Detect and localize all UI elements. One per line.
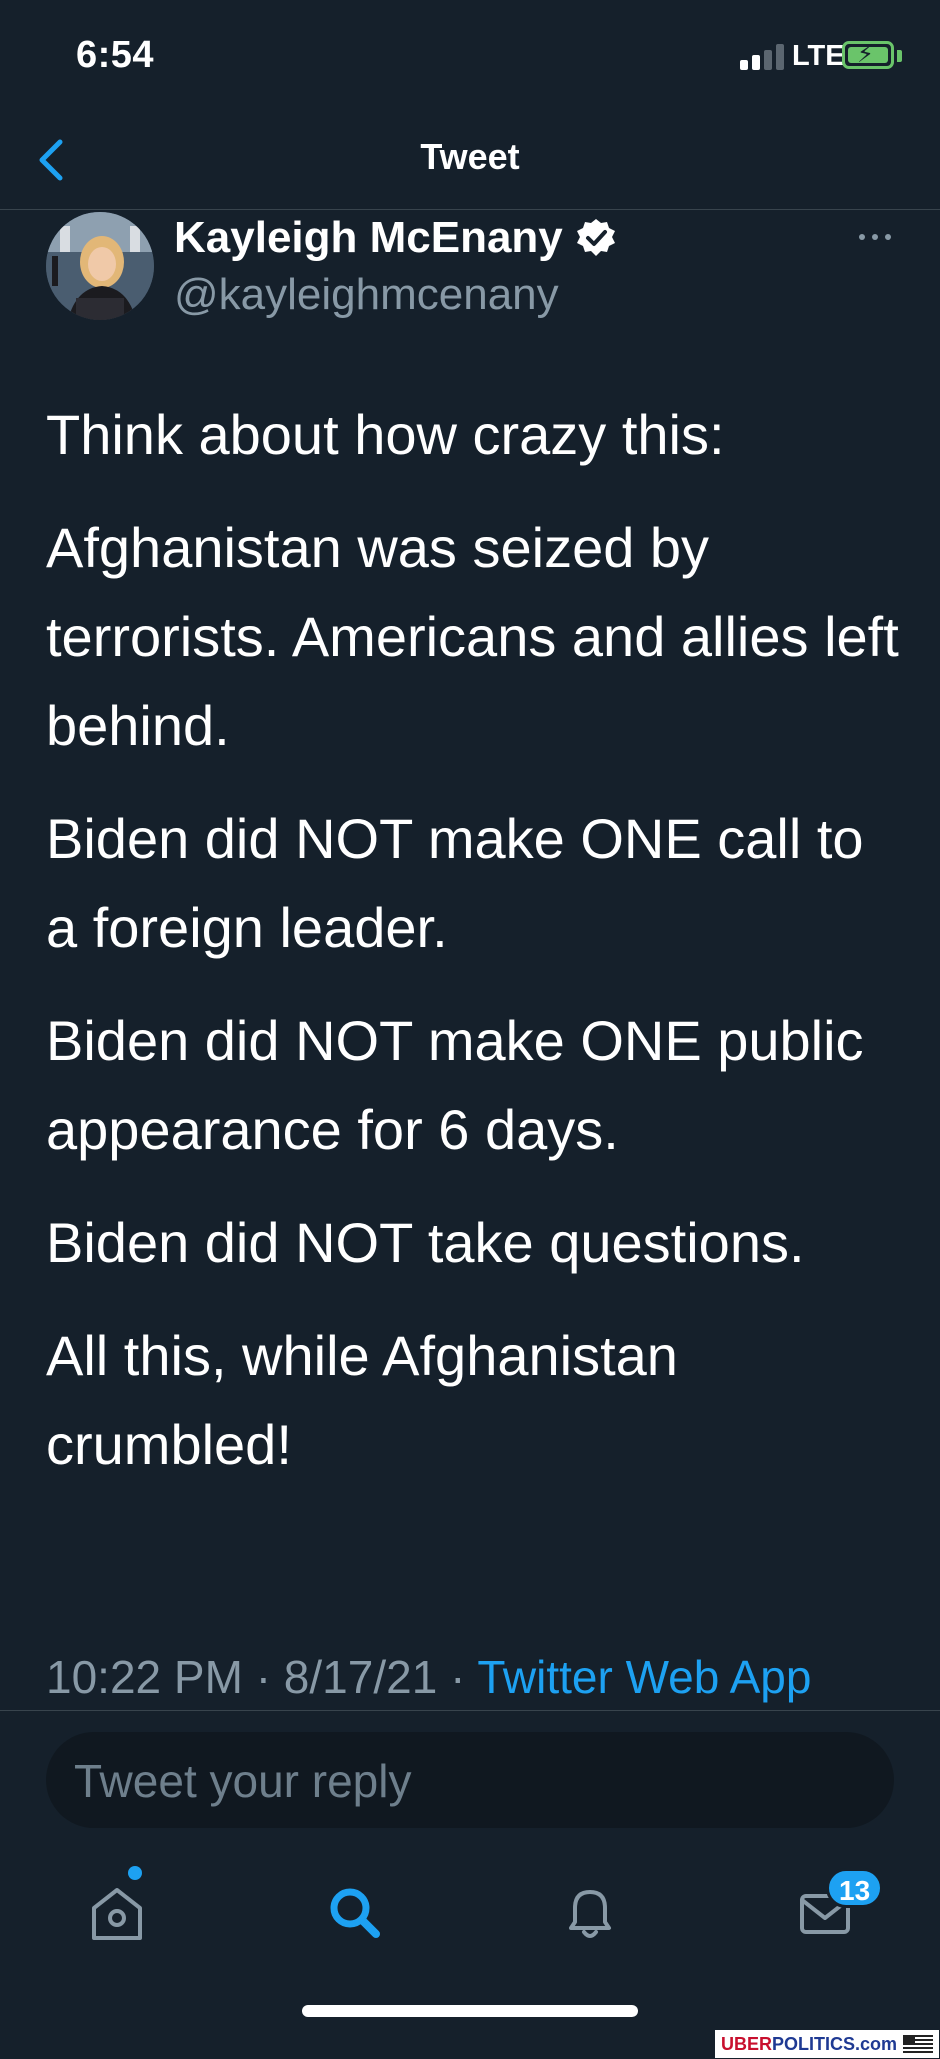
tweet-paragraph: Biden did NOT make ONE call to a foreign… (46, 807, 864, 959)
ellipsis-icon (859, 234, 891, 240)
search-icon (330, 1888, 380, 1938)
status-bar: 6:54 LTE ⚡ (0, 0, 940, 110)
tab-home[interactable] (72, 1868, 162, 1958)
tweet-time: 10:22 PM (46, 1651, 243, 1703)
home-icon (92, 1888, 142, 1940)
tweet-paragraph: Biden did NOT take questions. (46, 1211, 805, 1274)
tab-search[interactable] (310, 1868, 400, 1958)
tab-bar (0, 1860, 940, 1980)
author-name-row[interactable]: Kayleigh McEnany (174, 208, 617, 268)
meta-separator: · (450, 1651, 466, 1703)
twitter-tweet-screen: 6:54 LTE ⚡ Tweet Kayleigh McEnany @kayle… (0, 0, 940, 2059)
tweet-text: Think about how crazy this: Afghanistan … (46, 390, 906, 1513)
status-time: 6:54 (76, 34, 155, 76)
signal-strength-icon (740, 44, 786, 70)
tweet-paragraph: Biden did NOT make ONE public appearance… (46, 1009, 864, 1161)
bell-icon (569, 1890, 611, 1938)
tweet-source-link[interactable]: Twitter Web App (477, 1651, 811, 1703)
home-indicator[interactable] (302, 2005, 638, 2017)
profile-photo-icon (46, 212, 154, 320)
tweet-date: 8/17/21 (283, 1651, 438, 1703)
home-notification-dot (128, 1866, 142, 1880)
tweet-paragraph: All this, while Afghanistan crumbled! (46, 1324, 678, 1476)
reply-input[interactable]: Tweet your reply (46, 1732, 894, 1828)
meta-separator: · (255, 1651, 272, 1703)
nav-header: Tweet (0, 110, 940, 210)
author-name: Kayleigh McEnany (174, 213, 563, 262)
watermark-part-2: POLITICS.com (772, 2033, 898, 2054)
verified-badge-icon (576, 219, 615, 256)
author-handle[interactable]: @kayleighmcenany (174, 270, 559, 320)
battery-cap (897, 50, 902, 62)
tab-notifications[interactable] (545, 1868, 635, 1958)
tweet-paragraph: Afghanistan was seized by terrorists. Am… (46, 516, 899, 757)
avatar[interactable] (46, 212, 154, 320)
reply-placeholder: Tweet your reply (74, 1755, 412, 1807)
tweet-meta: 10:22 PM · 8/17/21 · Twitter Web App (46, 1650, 811, 1704)
network-type: LTE (792, 40, 845, 72)
tweet-paragraph: Think about how crazy this: (46, 403, 725, 466)
page-title: Tweet (420, 136, 520, 177)
more-options-button[interactable] (855, 222, 895, 252)
watermark: UBER POLITICS.com (715, 2030, 940, 2058)
watermark-part-1: UBER (721, 2033, 773, 2054)
battery-charging-icon: ⚡ (842, 41, 894, 69)
messages-badge: 13 (826, 1868, 884, 1908)
us-flag-icon (903, 2035, 934, 2053)
divider (0, 1710, 940, 1711)
